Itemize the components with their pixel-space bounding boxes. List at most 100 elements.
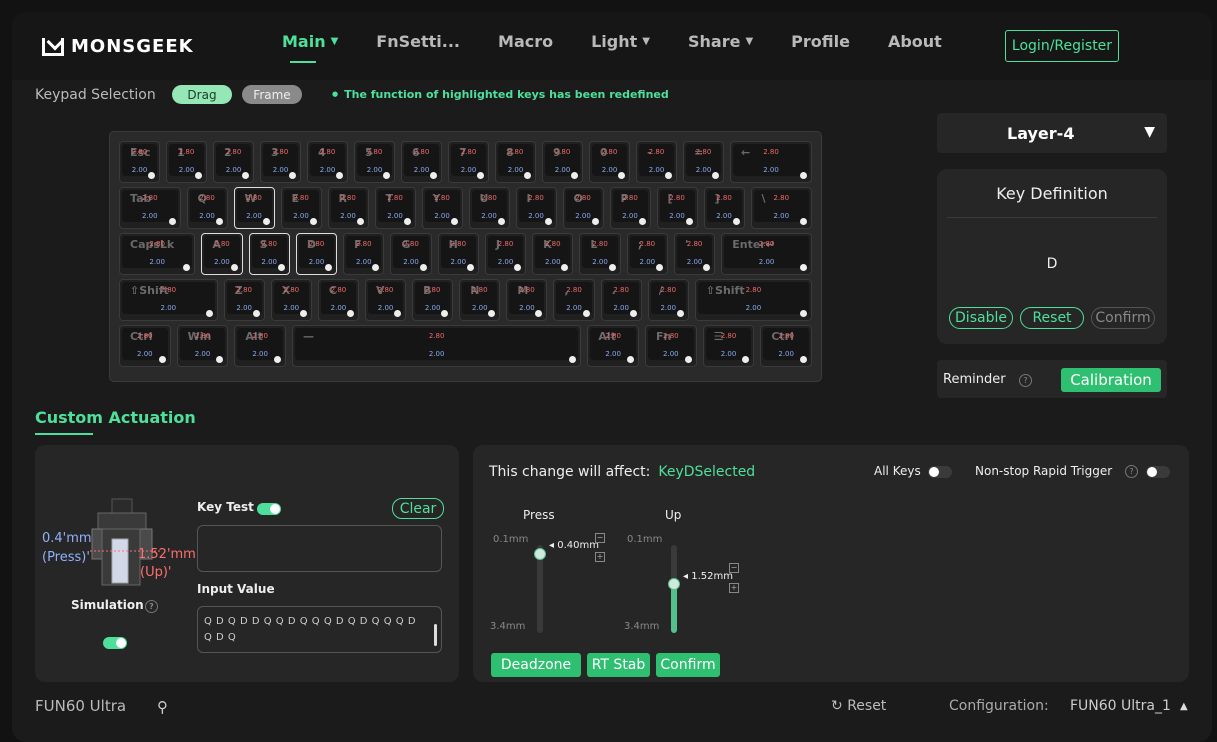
nav-share[interactable]: Share ▼ bbox=[688, 32, 753, 51]
footer-reset-button[interactable]: ↻ Reset bbox=[831, 698, 886, 714]
nav-macro[interactable]: Macro bbox=[498, 32, 553, 51]
key-0-12[interactable]: = 2.80 2.00 bbox=[683, 141, 724, 183]
key-2-4[interactable]: F 2.80 2.00 bbox=[343, 233, 385, 275]
nav-fnsetti[interactable]: FnSetti... bbox=[376, 32, 460, 51]
key-2-2[interactable]: S 2.80 2.00 bbox=[248, 233, 290, 275]
key-1-13[interactable]: \ 2.80 2.00 bbox=[750, 187, 812, 229]
nonstop-rapid-trigger-toggle[interactable] bbox=[1146, 466, 1170, 478]
key-3-3[interactable]: C 2.80 2.00 bbox=[317, 279, 359, 321]
clear-button[interactable]: Clear bbox=[392, 498, 444, 519]
press-slider-thumb[interactable] bbox=[534, 547, 546, 560]
help-icon[interactable]: ? bbox=[1019, 374, 1032, 387]
key-test-area[interactable] bbox=[197, 525, 442, 572]
key-1-7[interactable]: U 2.80 2.00 bbox=[468, 187, 510, 229]
drag-mode-button[interactable]: Drag bbox=[172, 85, 232, 104]
key-4-1[interactable]: Win 2.80 2.00 bbox=[176, 325, 229, 367]
device-connection-icon[interactable]: ⚲ bbox=[157, 698, 168, 716]
key-3-10[interactable]: /2.80 2.00 bbox=[647, 279, 689, 321]
confirm-actuation-button[interactable]: Confirm bbox=[656, 653, 720, 677]
key-1-0[interactable]: Tab 2.80 2.00 bbox=[119, 187, 181, 229]
key-4-0[interactable]: Ctrl 2.80 2.00 bbox=[119, 325, 171, 367]
key-1-6[interactable]: Y 2.80 2.00 bbox=[421, 187, 463, 229]
nav-profile[interactable]: Profile bbox=[791, 32, 850, 51]
nav-main[interactable]: Main ▼ bbox=[282, 32, 338, 63]
key-0-10[interactable]: 0 2.80 2.00 bbox=[589, 141, 630, 183]
key-3-1[interactable]: Z 2.80 2.00 bbox=[223, 279, 265, 321]
plus-icon[interactable]: + bbox=[729, 583, 739, 593]
layer-select[interactable]: Layer-4 ▼ bbox=[937, 113, 1167, 153]
key-0-4[interactable]: 4 2.80 2.00 bbox=[307, 141, 348, 183]
help-icon[interactable]: ? bbox=[1125, 465, 1138, 478]
key-0-1[interactable]: 1 2.80 2.00 bbox=[166, 141, 207, 183]
key-1-3[interactable]: E 2.80 2.00 bbox=[280, 187, 322, 229]
key-1-8[interactable]: I 2.80 2.00 bbox=[515, 187, 557, 229]
calibration-button[interactable]: Calibration bbox=[1061, 368, 1161, 392]
frame-mode-button[interactable]: Frame bbox=[242, 85, 302, 104]
key-4-3[interactable]: —2.80 2.00 bbox=[292, 325, 582, 367]
key-2-5[interactable]: G 2.80 2.00 bbox=[390, 233, 432, 275]
help-icon[interactable]: ? bbox=[145, 600, 158, 613]
key-3-8[interactable]: , 2.80 2.00 bbox=[553, 279, 595, 321]
key-test-toggle[interactable] bbox=[257, 503, 281, 515]
configuration-caret-icon[interactable]: ▲ bbox=[1180, 701, 1188, 712]
key-3-4[interactable]: V 2.80 2.00 bbox=[365, 279, 407, 321]
key-0-13[interactable]: ← 2.80 2.00 bbox=[730, 141, 812, 183]
key-4-4[interactable]: Alt 2.80 2.00 bbox=[587, 325, 639, 367]
key-2-3[interactable]: D 2.80 2.00 bbox=[295, 233, 338, 275]
plus-icon[interactable]: + bbox=[595, 552, 605, 562]
up-slider-thumb[interactable] bbox=[668, 577, 680, 590]
key-3-7[interactable]: M 2.80 2.00 bbox=[506, 279, 548, 321]
key-2-12[interactable]: Enter↵ 2.80 2.00 bbox=[721, 233, 812, 275]
key-4-7[interactable]: Ctrl 2.80 2.00 bbox=[760, 325, 812, 367]
key-1-12[interactable]: ] 2.80 2.00 bbox=[703, 187, 745, 229]
simulation-toggle[interactable] bbox=[103, 637, 127, 649]
key-3-11[interactable]: ⇧Shift 2.80 2.00 bbox=[694, 279, 812, 321]
key-1-10[interactable]: P 2.80 2.00 bbox=[609, 187, 651, 229]
rt-stab-button[interactable]: RT Stab bbox=[587, 653, 650, 677]
key-2-10[interactable]: ; 2.80 2.00 bbox=[626, 233, 668, 275]
key-0-5[interactable]: 5 2.80 2.00 bbox=[354, 141, 395, 183]
key-1-9[interactable]: O 2.80 2.00 bbox=[562, 187, 604, 229]
key-0-7[interactable]: 7 2.80 2.00 bbox=[448, 141, 489, 183]
key-2-9[interactable]: L 2.80 2.00 bbox=[579, 233, 621, 275]
up-slider[interactable] bbox=[668, 545, 680, 633]
reset-key-button[interactable]: Reset bbox=[1020, 307, 1084, 329]
key-2-1[interactable]: A 2.80 2.00 bbox=[201, 233, 243, 275]
configuration-select[interactable]: FUN60 Ultra_1 bbox=[1070, 698, 1171, 714]
login-register-button[interactable]: Login/Register bbox=[1005, 30, 1119, 62]
key-3-5[interactable]: B 2.80 2.00 bbox=[412, 279, 454, 321]
scrollbar[interactable] bbox=[434, 624, 437, 646]
deadzone-button[interactable]: Deadzone bbox=[491, 653, 581, 677]
minus-icon[interactable]: − bbox=[595, 533, 605, 543]
key-0-2[interactable]: 2 2.80 2.00 bbox=[213, 141, 254, 183]
key-3-2[interactable]: X 2.80 2.00 bbox=[270, 279, 312, 321]
key-3-6[interactable]: N 2.80 2.00 bbox=[459, 279, 501, 321]
key-1-1[interactable]: Q 2.80 2.00 bbox=[186, 187, 228, 229]
disable-button[interactable]: Disable bbox=[949, 307, 1013, 329]
key-1-11[interactable]: [2.80 2.00 bbox=[656, 187, 698, 229]
nav-about[interactable]: About bbox=[888, 32, 942, 51]
key-0-11[interactable]: -2.80 2.00 bbox=[636, 141, 677, 183]
key-0-0[interactable]: Esc 2.80 2.00 bbox=[119, 141, 160, 183]
key-1-5[interactable]: T 2.80 2.00 bbox=[374, 187, 416, 229]
input-value-box[interactable]: Q D Q D D Q Q D Q Q Q D Q D Q Q Q D Q D … bbox=[197, 606, 442, 653]
nav-light[interactable]: Light ▼ bbox=[591, 32, 650, 51]
key-2-11[interactable]: ' 2.80 2.00 bbox=[673, 233, 716, 275]
key-2-7[interactable]: J 2.80 2.00 bbox=[484, 233, 527, 275]
key-0-8[interactable]: 8 2.80 2.00 bbox=[495, 141, 536, 183]
key-0-6[interactable]: 6 2.80 2.00 bbox=[401, 141, 442, 183]
key-0-9[interactable]: 9 2.80 2.00 bbox=[542, 141, 583, 183]
confirm-key-button[interactable]: Confirm bbox=[1091, 307, 1155, 329]
key-4-6[interactable]: ☰ 2.80 2.00 bbox=[702, 325, 755, 367]
key-4-2[interactable]: Alt 2.80 2.00 bbox=[234, 325, 286, 367]
all-keys-toggle[interactable] bbox=[928, 466, 952, 478]
key-2-6[interactable]: H 2.80 2.00 bbox=[437, 233, 479, 275]
key-1-4[interactable]: R 2.80 2.00 bbox=[327, 187, 369, 229]
key-1-2[interactable]: W 2.80 2.00 bbox=[233, 187, 275, 229]
key-2-8[interactable]: K 2.80 2.00 bbox=[532, 233, 574, 275]
key-3-9[interactable]: . 2.80 2.00 bbox=[600, 279, 642, 321]
key-0-3[interactable]: 3 2.80 2.00 bbox=[260, 141, 301, 183]
key-3-0[interactable]: ⇧Shift 2.80 2.00 bbox=[119, 279, 218, 321]
minus-icon[interactable]: − bbox=[729, 563, 739, 573]
key-4-5[interactable]: Fn 2.80 2.00 bbox=[645, 325, 697, 367]
